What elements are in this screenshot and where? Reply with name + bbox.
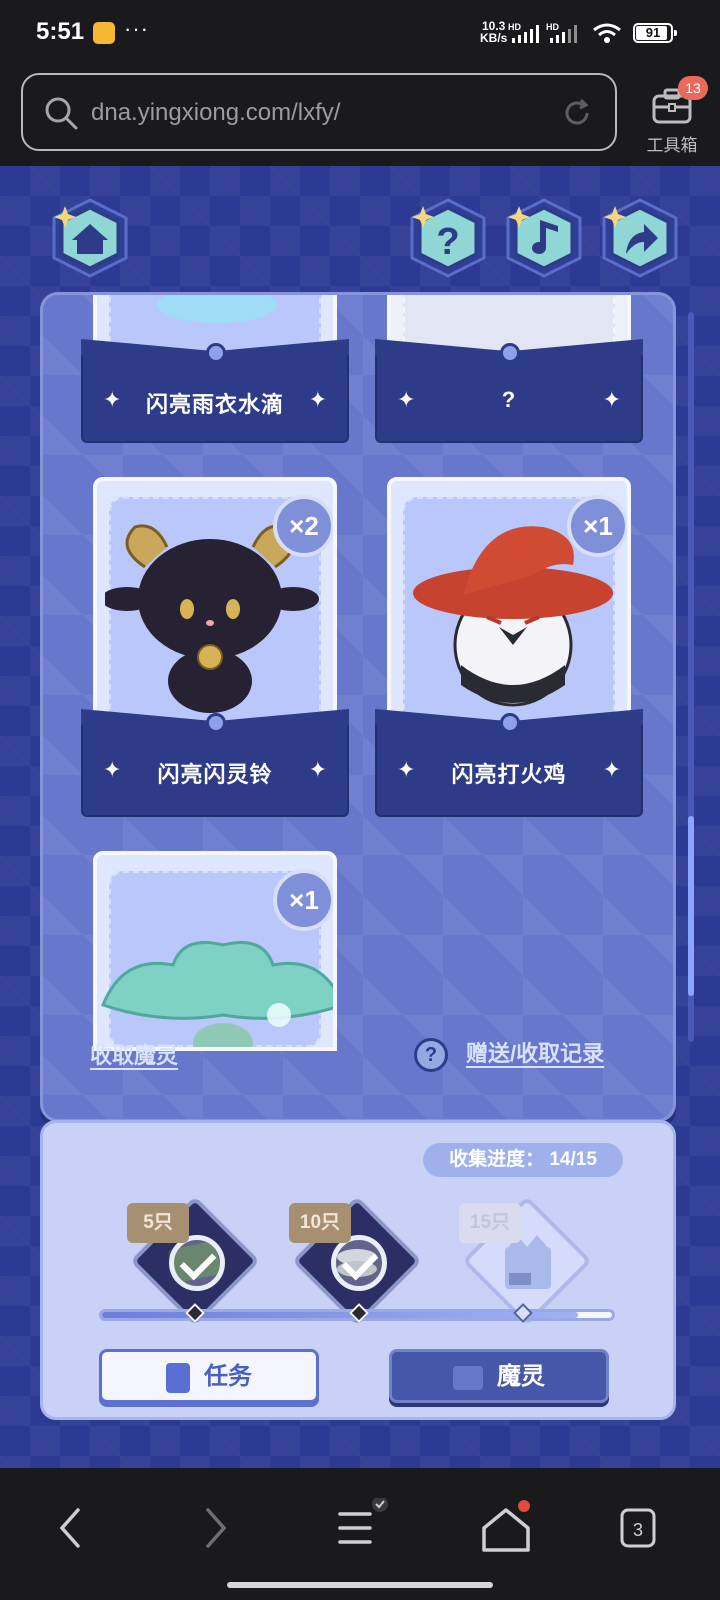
battery-icon: 91 <box>633 23 677 43</box>
card-title: ? <box>501 387 517 412</box>
spirit-card[interactable]: ✦ ? ✦ <box>375 295 643 445</box>
milestone-tag: 10只 <box>289 1203 351 1243</box>
signal-icon-1: HD <box>508 22 539 43</box>
search-icon <box>45 97 78 130</box>
browser-toolbar: dna.yingxiong.com/lxfy/ 工具箱 13 <box>0 66 720 166</box>
scrollbar-thumb[interactable] <box>688 816 694 996</box>
svg-text:?: ? <box>436 221 459 263</box>
notification-icon <box>93 22 115 44</box>
url-text[interactable]: dna.yingxiong.com/lxfy/ <box>91 99 340 127</box>
share-icon[interactable] <box>598 196 682 280</box>
card-title: 闪亮闪灵铃 <box>157 762 273 787</box>
raindrop-spirit-image <box>157 295 277 323</box>
count-badge: ×1 <box>567 495 627 557</box>
toolbox-label: 工具箱 <box>646 136 698 155</box>
check-icon <box>331 1235 387 1291</box>
gesture-handle <box>227 1582 493 1588</box>
wifi-icon <box>593 23 621 43</box>
address-bar[interactable]: dna.yingxiong.com/lxfy/ <box>21 73 617 151</box>
collection-panel[interactable]: ✦ 闪亮雨衣水滴 ✦ ✦ ? ✦ ×2 ✦ 闪亮闪灵铃 ✦ ×1 ✦ 闪亮打火鸡… <box>40 292 676 1122</box>
home-nav-icon[interactable] <box>476 1498 536 1558</box>
reload-icon[interactable] <box>561 97 593 129</box>
clock: 5:51 <box>36 18 85 45</box>
spirit-card[interactable]: ×1 <box>81 851 349 1051</box>
svg-text:3: 3 <box>633 1520 643 1540</box>
check-icon <box>169 1235 225 1291</box>
music-icon[interactable] <box>502 196 586 280</box>
tab-spirit[interactable]: 魔灵 <box>389 1349 609 1403</box>
document-icon <box>166 1362 190 1393</box>
card-title: 闪亮雨衣水滴 <box>145 392 284 417</box>
home-icon[interactable] <box>48 196 132 280</box>
menu-icon[interactable] <box>330 1498 390 1558</box>
panel-links: 收取魔灵 ? 赠送/收取记录 <box>40 1036 676 1076</box>
jellyfish-spirit-image <box>101 941 333 1047</box>
milestone-tag: 15只 <box>459 1203 521 1243</box>
forward-icon[interactable] <box>184 1498 244 1558</box>
progress-label: 收集进度： 14/15 <box>423 1143 623 1177</box>
progress-bar <box>99 1303 615 1323</box>
svg-text:HD: HD <box>546 22 559 32</box>
back-icon[interactable] <box>42 1498 102 1558</box>
status-bar: 5:51 ··· 10.3 KB/s HD HD 91 <box>0 0 720 66</box>
more-notifications-icon: ··· <box>124 16 149 41</box>
help-icon[interactable]: ? <box>406 196 490 280</box>
browser-nav-bar: 3 <box>0 1468 720 1600</box>
collect-spirit-link[interactable]: 收取魔灵 <box>90 1038 178 1070</box>
signal-icon-2: HD <box>546 22 577 43</box>
spirit-card[interactable]: ✦ 闪亮雨衣水滴 ✦ <box>81 295 349 445</box>
gift-record-link[interactable]: ? 赠送/收取记录 <box>414 1036 604 1073</box>
milestone-tag: 5只 <box>127 1203 189 1243</box>
tabs-icon[interactable]: 3 <box>614 1498 674 1558</box>
network-speed: 10.3 KB/s <box>480 19 508 45</box>
toolbox-button[interactable]: 工具箱 13 <box>636 76 708 155</box>
folder-icon <box>453 1365 483 1390</box>
svg-text:HD: HD <box>508 22 521 32</box>
toolbox-badge: 13 <box>678 76 708 100</box>
spirit-card[interactable]: ×1 ✦ 闪亮打火鸡 ✦ <box>375 477 643 817</box>
question-icon: ? <box>414 1038 448 1073</box>
spirit-card[interactable]: ×2 ✦ 闪亮闪灵铃 ✦ <box>81 477 349 817</box>
count-badge: ×2 <box>273 495 333 557</box>
card-title: 闪亮打火鸡 <box>451 762 567 787</box>
progress-panel: 收集进度： 14/15 5只 10只 15只 任务 魔灵 <box>40 1120 676 1420</box>
count-badge: ×1 <box>273 869 333 931</box>
tab-task[interactable]: 任务 <box>99 1349 319 1403</box>
